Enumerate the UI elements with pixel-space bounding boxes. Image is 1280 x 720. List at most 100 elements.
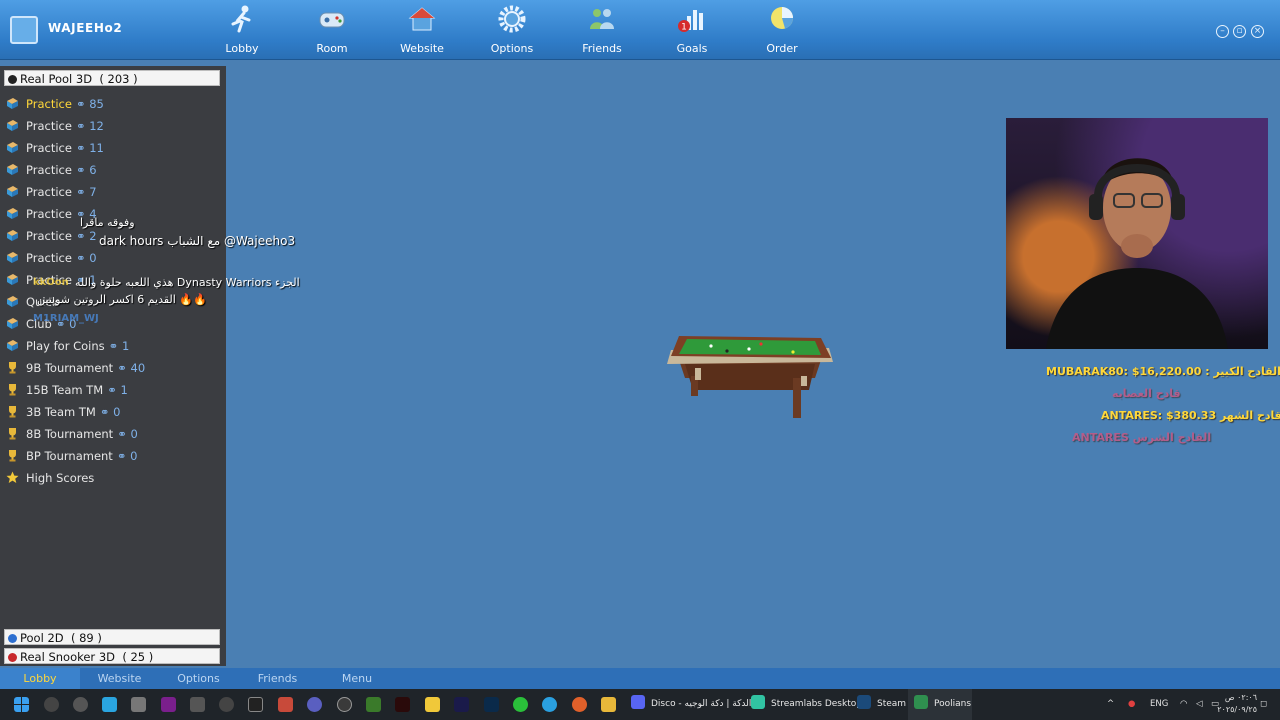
app-icon[interactable]	[73, 697, 88, 712]
ball-icon	[8, 634, 17, 643]
volume-icon[interactable]: ◁	[1196, 689, 1203, 720]
chat-username: M1RIAM_WJ	[33, 313, 99, 324]
language-indicator[interactable]: ENG	[1150, 689, 1168, 720]
room-player-count: ⚭ 6	[75, 163, 97, 177]
room-name: Practice	[26, 251, 72, 265]
person-icon: ⚭	[75, 163, 90, 177]
room-item[interactable]: Practice ⚭ 2	[6, 227, 97, 245]
nav-order-button[interactable]: Order	[747, 4, 817, 56]
room-item[interactable]: High Scores	[6, 469, 94, 487]
folder-icon[interactable]	[601, 697, 616, 712]
illustrator-icon[interactable]	[395, 697, 410, 712]
leaderboard-row: MUBARAK80: $16,220.00 : القادح الكبير	[1046, 365, 1280, 378]
tab-friends[interactable]: Friends	[238, 668, 317, 689]
tab-options[interactable]: Options	[159, 668, 238, 689]
taskbar-app-discord[interactable]: Disco - الدكة | دكة الوجيه	[631, 689, 751, 720]
person-icon: ⚭	[75, 251, 90, 265]
nav-goals-button[interactable]: 1 Goals	[657, 4, 727, 56]
tab-website[interactable]: Website	[80, 668, 159, 689]
table-icon	[7, 208, 18, 219]
room-item[interactable]: Practice ⚭ 7	[6, 183, 97, 201]
nav-options-button[interactable]: Options	[477, 4, 547, 56]
streamer-image	[1046, 158, 1228, 349]
minimize-icon[interactable]: –	[1216, 25, 1229, 38]
room-item[interactable]: Practice ⚭ 85	[6, 95, 104, 113]
section-pool-2d[interactable]: Pool 2D ( 89 )	[4, 629, 220, 645]
premiere-icon[interactable]	[454, 697, 469, 712]
room-item[interactable]: 3B Team TM ⚭ 0	[6, 403, 120, 421]
streamlabs-icon	[751, 695, 765, 709]
room-name: 9B Tournament	[26, 361, 114, 375]
tab-menu[interactable]: Menu	[317, 668, 397, 689]
room-player-count: ⚭ 0	[99, 405, 121, 419]
nav-website-button[interactable]: Website	[387, 4, 457, 56]
pool-table-image	[667, 336, 833, 418]
firefox-icon[interactable]	[572, 697, 587, 712]
section-real-pool-3d[interactable]: Real Pool 3D ( 203 )	[4, 70, 220, 86]
room-player-count: ⚭ 1	[107, 383, 128, 397]
microphone-icon[interactable]: ●	[1128, 689, 1135, 720]
app-icon[interactable]	[248, 697, 263, 712]
person-icon: ⚭	[116, 449, 131, 463]
nav-lobby-button[interactable]: Lobby	[207, 4, 277, 56]
room-item[interactable]: 8B Tournament ⚭ 0	[6, 425, 138, 443]
person-icon: ⚭	[75, 119, 90, 133]
room-item[interactable]: Practice ⚭ 12	[6, 117, 104, 135]
table-icon	[7, 230, 18, 241]
app-icon[interactable]	[161, 697, 176, 712]
app-icon[interactable]	[219, 697, 234, 712]
app-icon[interactable]	[278, 697, 293, 712]
steam-icon	[857, 695, 871, 709]
person-icon: ⚭	[99, 405, 114, 419]
room-item[interactable]: Practice ⚭ 0	[6, 249, 97, 267]
logo-icon	[10, 16, 38, 44]
photoshop-icon[interactable]	[484, 697, 499, 712]
maximize-icon[interactable]: ▫	[1233, 25, 1246, 38]
section-real-snooker-3d[interactable]: Real Snooker 3D ( 25 )	[4, 648, 220, 664]
tab-lobby[interactable]: Lobby	[0, 668, 80, 689]
trophy-icon	[9, 384, 16, 396]
app-icon[interactable]	[337, 697, 352, 712]
room-name: High Scores	[26, 471, 95, 485]
table-icon	[7, 296, 18, 307]
trophy-icon	[9, 428, 16, 440]
calculator-icon[interactable]	[131, 697, 146, 712]
person-icon: ⚭	[75, 185, 90, 199]
app-icon[interactable]	[190, 697, 205, 712]
tray-chevron-up-icon[interactable]: ^	[1107, 689, 1114, 720]
windows-start-icon[interactable]	[14, 697, 29, 712]
ball-icon	[8, 653, 17, 662]
wifi-icon[interactable]: ◠	[1180, 689, 1187, 720]
telegram-icon[interactable]	[542, 697, 557, 712]
app-icon[interactable]	[366, 697, 381, 712]
nav-room-button[interactable]: Room	[297, 4, 367, 56]
close-icon[interactable]: ×	[1251, 25, 1264, 38]
leaderboard-row: ANTARES: $380.33 قادح الشهر	[1101, 409, 1280, 422]
app-icon[interactable]	[307, 697, 322, 712]
runner-icon	[231, 5, 251, 33]
notes-icon[interactable]	[425, 697, 440, 712]
taskbar-app-poolians[interactable]: Poolians	[908, 689, 972, 720]
leaderboard-row: قادح العصابه	[1112, 387, 1181, 400]
taskbar-app-streamlabs[interactable]: Streamlabs Desktop	[751, 689, 862, 720]
nav-friends-button[interactable]: Friends	[567, 4, 637, 56]
room-item[interactable]: Practice ⚭ 11	[6, 139, 104, 157]
room-player-count: ⚭ 0	[116, 449, 138, 463]
room-player-count: ⚭ 12	[75, 119, 104, 133]
clock[interactable]: ٠٢:٠٦ ص ٢٠٢٥/٠٩/٢٥	[1213, 692, 1257, 716]
room-list-sidebar: Real Pool 3D ( 203 ) Practice ⚭ 85 Practic…	[0, 66, 226, 666]
person-icon: ⚭	[117, 427, 131, 441]
room-item[interactable]: 15B Team TM ⚭ 1	[6, 381, 128, 399]
room-item[interactable]: BP Tournament ⚭ 0	[6, 447, 137, 465]
room-name: BP Tournament	[26, 449, 113, 463]
room-item[interactable]: Practice ⚭ 6	[6, 161, 97, 179]
map-pin-icon[interactable]	[44, 697, 59, 712]
app-icon[interactable]	[513, 697, 528, 712]
table-icon	[7, 164, 18, 175]
room-player-count: ⚭ 0	[75, 251, 97, 265]
notification-bell-icon[interactable]: ◻	[1260, 689, 1267, 720]
app-icon[interactable]	[102, 697, 117, 712]
room-item[interactable]: 9B Tournament ⚭ 40	[6, 359, 145, 377]
room-item[interactable]: Play for Coins ⚭ 1	[6, 337, 129, 355]
taskbar-app-steam[interactable]: Steam	[857, 689, 906, 720]
